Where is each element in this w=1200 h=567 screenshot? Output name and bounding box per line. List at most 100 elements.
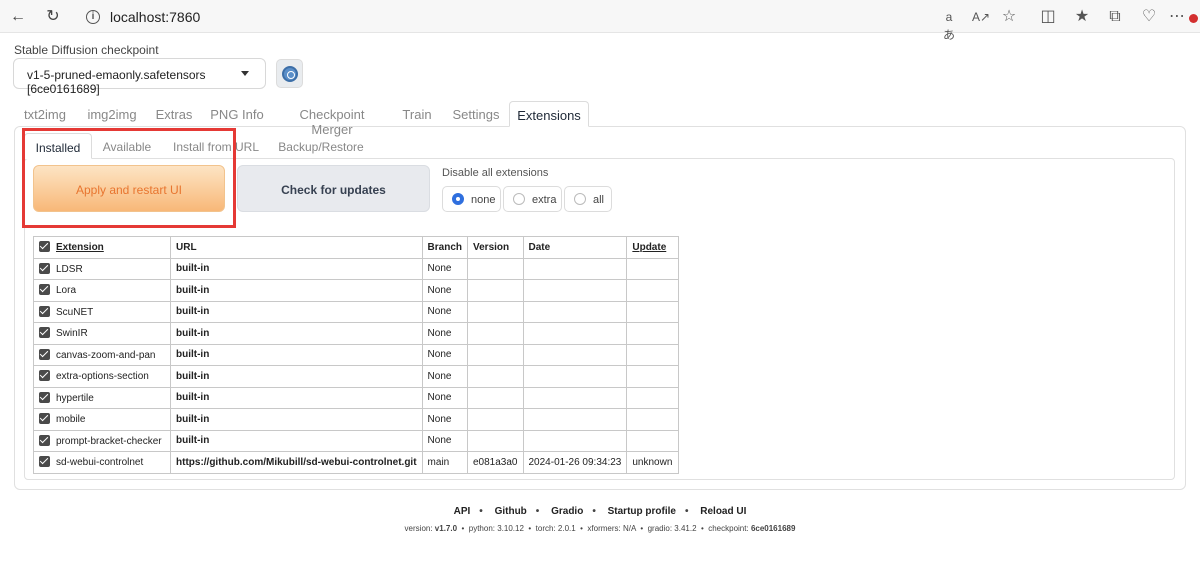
- extension-name: mobile: [56, 414, 86, 426]
- favorite-star-icon[interactable]: ☆: [1000, 8, 1018, 26]
- cell-date: 2024-01-26 09:34:23: [522, 451, 628, 474]
- tab-checkpoint-merger[interactable]: Checkpoint Merger: [278, 101, 386, 137]
- cell-extension[interactable]: SwinIR: [33, 322, 171, 345]
- radio-label: all: [593, 194, 605, 206]
- radio-extra[interactable]: extra: [503, 186, 562, 212]
- cell-extension[interactable]: canvas-zoom-and-pan: [33, 343, 171, 366]
- reload-icon[interactable]: ↻: [44, 8, 62, 26]
- checkbox-ext[interactable]: [39, 284, 50, 296]
- torch-version: 2.0.1: [557, 524, 576, 533]
- extension-name: prompt-bracket-checker: [56, 435, 162, 447]
- cell-url: https://github.com/Mikubill/sd-webui-con…: [170, 451, 423, 474]
- read-aloud-icon[interactable]: A↗: [972, 8, 990, 26]
- cell-extension[interactable]: sd-webui-controlnet: [33, 451, 171, 474]
- cell-date: [522, 322, 628, 345]
- cell-update: [626, 408, 680, 431]
- tab-img2img[interactable]: img2img: [80, 101, 144, 127]
- tab-installed[interactable]: Installed: [24, 133, 92, 159]
- cell-branch: None: [421, 343, 469, 366]
- cell-update: [626, 386, 680, 409]
- radio-dot: [574, 193, 586, 205]
- footer-link-reload-ui[interactable]: Reload UI: [700, 506, 746, 517]
- cell-extension[interactable]: mobile: [33, 408, 171, 431]
- cell-url: built-in: [170, 300, 423, 323]
- tab-extensions[interactable]: Extensions: [509, 101, 589, 127]
- radio-all[interactable]: all: [564, 186, 612, 212]
- radio-dot: [452, 193, 464, 205]
- extension-name: Lora: [56, 285, 77, 297]
- cell-version: [467, 386, 524, 409]
- tab-settings[interactable]: Settings: [448, 101, 504, 127]
- refresh-checkpoints-button[interactable]: [276, 59, 303, 88]
- tab-png-info[interactable]: PNG Info: [207, 101, 267, 127]
- cell-update: [626, 322, 680, 345]
- info-icon[interactable]: i: [86, 10, 100, 24]
- tab-available[interactable]: Available: [96, 133, 158, 159]
- translate-icon[interactable]: aあ: [940, 8, 958, 42]
- back-icon[interactable]: ←: [9, 8, 27, 26]
- checkbox-ext[interactable]: [39, 391, 50, 403]
- refresh-icon: [282, 66, 298, 82]
- table-row: LDSR built-in None: [33, 257, 680, 280]
- checkbox-ext[interactable]: [39, 413, 50, 425]
- cell-date: [522, 365, 628, 388]
- tab-extras[interactable]: Extras: [149, 101, 199, 127]
- cell-branch: None: [421, 365, 469, 388]
- footer-link-gradio[interactable]: Gradio: [551, 506, 583, 517]
- checkbox-ext[interactable]: [39, 327, 50, 339]
- cell-date: [522, 429, 628, 452]
- header-update[interactable]: Update: [626, 236, 680, 259]
- cell-url: built-in: [170, 322, 423, 345]
- header-extension[interactable]: Extension: [33, 236, 171, 259]
- checkpoint-dropdown[interactable]: v1-5-pruned-emaonly.safetensors [6ce0161…: [13, 58, 266, 96]
- collections-icon[interactable]: ⧉: [1106, 8, 1124, 26]
- cell-extension[interactable]: hypertile: [33, 386, 171, 409]
- tab-train[interactable]: Train: [397, 101, 437, 127]
- tab-txt2img[interactable]: txt2img: [14, 101, 76, 127]
- extension-name: canvas-zoom-and-pan: [56, 349, 156, 361]
- extension-name: LDSR: [56, 263, 83, 275]
- url-text[interactable]: localhost:7860: [110, 9, 200, 25]
- cell-version: [467, 257, 524, 280]
- cell-url: built-in: [170, 279, 423, 302]
- table-row: sd-webui-controlnet https://github.com/Mi…: [33, 451, 680, 474]
- checkbox-ext[interactable]: [39, 456, 50, 468]
- checkbox-all[interactable]: [39, 241, 50, 253]
- cell-url: built-in: [170, 365, 423, 388]
- cell-branch: None: [421, 322, 469, 345]
- cell-branch: None: [421, 408, 469, 431]
- radio-none[interactable]: none: [442, 186, 501, 212]
- footer-link-github[interactable]: Github: [495, 506, 527, 517]
- apply-and-restart-button[interactable]: Apply and restart UI: [33, 165, 225, 212]
- cell-extension[interactable]: extra-options-section: [33, 365, 171, 388]
- more-icon[interactable]: ⋯: [1168, 8, 1186, 26]
- checkbox-ext[interactable]: [39, 305, 50, 317]
- footer-versions: version: v1.7.0 • python: 3.10.12 • torc…: [404, 524, 796, 533]
- address-bar[interactable]: i localhost:7860: [76, 4, 928, 30]
- checkbox-ext[interactable]: [39, 262, 50, 274]
- footer-link-api[interactable]: API: [454, 506, 471, 517]
- checkbox-ext[interactable]: [39, 348, 50, 360]
- cell-update: unknown: [626, 451, 680, 474]
- cell-extension[interactable]: Lora: [33, 279, 171, 302]
- table-row: extra-options-section built-in None: [33, 365, 680, 388]
- cell-version: e081a3a0: [467, 451, 524, 474]
- tab-install-from-url[interactable]: Install from URL: [166, 133, 266, 159]
- favorites-icon[interactable]: ★: [1073, 8, 1091, 26]
- cell-branch: None: [421, 429, 469, 452]
- gradio-version: 3.41.2: [674, 524, 697, 533]
- cell-extension[interactable]: ScuNET: [33, 300, 171, 323]
- cell-extension[interactable]: LDSR: [33, 257, 171, 280]
- cell-date: [522, 279, 628, 302]
- cell-extension[interactable]: prompt-bracket-checker: [33, 429, 171, 452]
- checkbox-ext[interactable]: [39, 370, 50, 382]
- footer-link-startup-profile[interactable]: Startup profile: [608, 506, 676, 517]
- cell-version: [467, 408, 524, 431]
- check-for-updates-button[interactable]: Check for updates: [237, 165, 430, 212]
- tab-backup-restore[interactable]: Backup/Restore: [274, 133, 368, 159]
- extensions-icon[interactable]: ♡: [1140, 8, 1158, 26]
- cell-branch: None: [421, 300, 469, 323]
- checkbox-ext[interactable]: [39, 434, 50, 446]
- split-screen-icon[interactable]: ◫: [1039, 8, 1057, 26]
- cell-branch: None: [421, 279, 469, 302]
